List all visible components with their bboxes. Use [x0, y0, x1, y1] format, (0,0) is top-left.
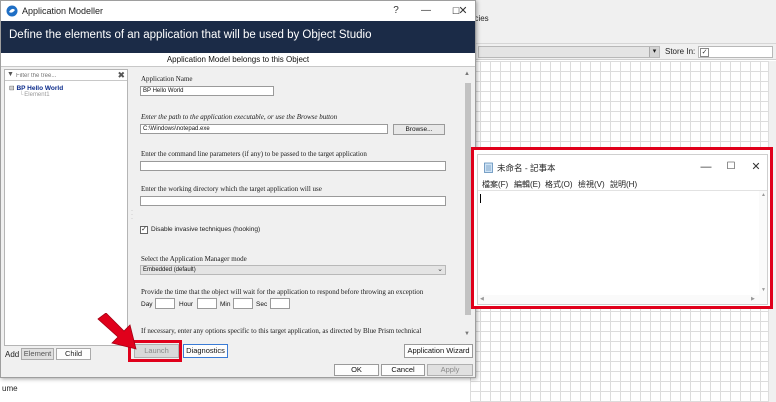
disable-hooking-checkbox[interactable]: ✓: [140, 226, 148, 234]
workdir-label: Enter the working directory which the ta…: [141, 185, 322, 193]
close-button[interactable]: ✕: [451, 1, 475, 21]
notepad-vertical-scrollbar[interactable]: ▲ ▼: [759, 191, 767, 295]
diagnostics-button[interactable]: Diagnostics: [183, 344, 228, 358]
add-child-button[interactable]: Child: [56, 348, 91, 360]
menu-file[interactable]: 檔案(F): [482, 179, 508, 190]
dialog-titlebar[interactable]: Application Modeller ? — ☐ ✕: [1, 1, 475, 21]
notepad-icon: [484, 162, 493, 173]
min-field[interactable]: [233, 298, 253, 309]
hour-label: Hour: [179, 301, 194, 308]
app-name-label: Application Name: [141, 75, 193, 83]
notepad-window[interactable]: 未命名 - 記事本 — ☐ ✕ 檔案(F) 編輯(E) 格式(O) 檢視(V) …: [477, 154, 768, 305]
help-button[interactable]: ?: [381, 1, 411, 21]
application-wizard-button[interactable]: Application Wizard: [404, 344, 473, 358]
apply-button[interactable]: Apply: [427, 364, 473, 376]
notepad-horizontal-scrollbar[interactable]: ◀ ▶: [478, 295, 767, 304]
store-in-field[interactable]: ✓: [698, 46, 773, 58]
application-modeller-dialog: Application Modeller ? — ☐ ✕ Define the …: [0, 0, 476, 378]
options-label: If necessary, enter any options specific…: [141, 327, 422, 335]
ok-button[interactable]: OK: [334, 364, 379, 376]
path-label: Enter the path to the application execut…: [141, 113, 338, 121]
day-label: Day: [141, 301, 153, 308]
tree-node-element-label: Element1: [24, 92, 50, 98]
hour-field[interactable]: [197, 298, 217, 309]
text-caret: [480, 194, 481, 203]
manager-mode-value: Embedded (default): [143, 267, 196, 273]
notepad-text-area[interactable]: [478, 190, 767, 304]
notepad-close-button[interactable]: ✕: [745, 157, 767, 177]
scroll-right-icon[interactable]: ▶: [751, 296, 755, 302]
path-field[interactable]: C:\Windows\notepad.exe: [140, 124, 388, 134]
cmdline-label: Enter the command line parameters (if an…: [141, 150, 367, 158]
scroll-down-icon[interactable]: ▼: [464, 331, 470, 337]
add-label: Add: [5, 350, 20, 359]
day-field[interactable]: [155, 298, 175, 309]
background-lower-area: [0, 375, 470, 402]
background-combo[interactable]: ▾: [478, 46, 660, 58]
tree-node-element[interactable]: └Element1: [19, 92, 50, 98]
app-name-field[interactable]: BP Hello World: [140, 86, 274, 96]
checkbox-icon[interactable]: ✓: [700, 48, 709, 57]
dialog-title: Application Modeller: [22, 6, 104, 16]
min-label: Min: [220, 301, 231, 308]
filter-icon: ▼: [7, 71, 14, 78]
tree-branch-icon: └: [19, 92, 24, 98]
background-label-fragment: ume: [2, 384, 18, 393]
minimize-button[interactable]: —: [411, 1, 441, 21]
banner-text: Define the elements of an application th…: [9, 29, 372, 41]
dialog-banner: Define the elements of an application th…: [1, 21, 475, 53]
chevron-down-icon[interactable]: ▾: [649, 47, 659, 57]
manager-mode-select[interactable]: Embedded (default) ⌄: [140, 265, 446, 275]
notepad-maximize-button[interactable]: ☐: [720, 157, 742, 177]
model-header: Application Model belongs to this Object: [1, 53, 475, 67]
element-tree-panel[interactable]: ▼ ✖ ⊟BP Hello World └Element1: [4, 69, 128, 346]
cancel-button[interactable]: Cancel: [381, 364, 425, 376]
clear-filter-icon[interactable]: ✖: [117, 70, 125, 80]
tree-filter-bar: ▼ ✖: [5, 70, 127, 81]
blue-prism-logo-icon: [6, 5, 18, 17]
menu-format[interactable]: 格式(O): [545, 179, 573, 190]
tree-node-root-label: BP Hello World: [16, 85, 64, 92]
sec-field[interactable]: [270, 298, 290, 309]
chevron-down-icon[interactable]: ⌄: [437, 266, 443, 274]
menu-view[interactable]: 檢視(V): [578, 179, 605, 190]
collapse-icon[interactable]: ⊟: [9, 85, 14, 92]
application-form: Application Name BP Hello World Enter th…: [135, 69, 463, 341]
notepad-minimize-button[interactable]: —: [695, 157, 717, 177]
browse-button[interactable]: Browse...: [393, 124, 445, 135]
menu-help[interactable]: 說明(H): [610, 179, 637, 190]
hooking-label: Disable invasive techniques (hooking): [151, 226, 261, 233]
timeout-label: Provide the time that the object will wa…: [141, 288, 424, 296]
scroll-up-icon[interactable]: ▲: [761, 192, 766, 198]
cmdline-field[interactable]: [140, 161, 446, 171]
scroll-up-icon[interactable]: ▲: [464, 71, 470, 77]
menu-edit[interactable]: 編輯(E): [514, 179, 541, 190]
manager-mode-label: Select the Application Manager mode: [141, 255, 247, 263]
red-arrow-icon: [97, 313, 137, 350]
scroll-down-icon[interactable]: ▼: [761, 287, 766, 293]
add-element-button[interactable]: Element: [21, 348, 54, 360]
splitter-grip-icon: · · ·: [131, 208, 133, 222]
notepad-title: 未命名 - 記事本: [497, 163, 556, 173]
sec-label: Sec: [256, 301, 268, 308]
scroll-left-icon[interactable]: ◀: [480, 296, 484, 302]
workdir-field[interactable]: [140, 196, 446, 206]
tree-node-root[interactable]: ⊟ BP Hello World: [9, 84, 63, 92]
store-in-label: Store In:: [665, 47, 696, 56]
tree-filter-input[interactable]: [16, 71, 116, 80]
